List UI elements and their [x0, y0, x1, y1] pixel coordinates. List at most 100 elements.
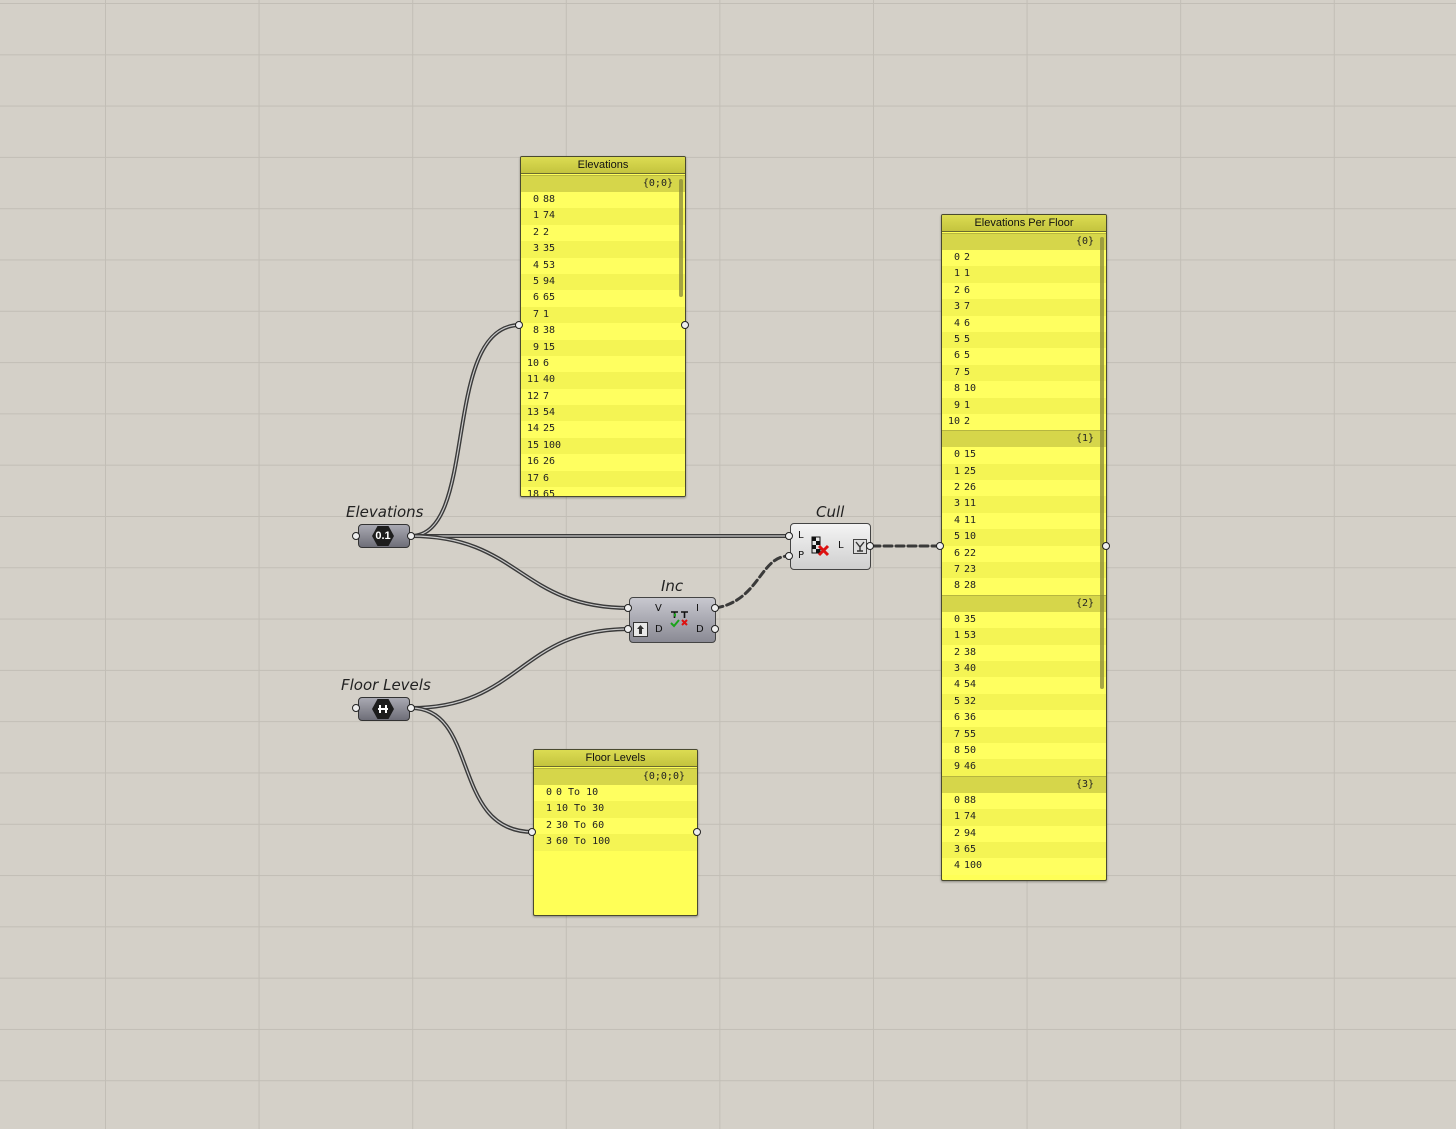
list-item: 65: [942, 348, 1106, 365]
item-index: 0: [953, 794, 960, 806]
item-value: 65: [543, 489, 556, 496]
wire-inc-to-cull[interactable]: [714, 554, 791, 610]
branch-path: {1}: [942, 430, 1106, 448]
item-index: 9: [953, 761, 960, 773]
inc-input-v-port[interactable]: [624, 604, 632, 612]
item-value: 30 To 60: [556, 819, 605, 831]
inc-component[interactable]: V D I D: [629, 597, 716, 643]
cull-component-label: Cull: [816, 503, 845, 521]
item-value: 15: [543, 341, 556, 353]
floor-levels-param[interactable]: [358, 697, 410, 721]
list-item: 4 11: [942, 512, 1106, 530]
item-value: 100: [543, 439, 562, 451]
list-item: 2 26: [942, 480, 1106, 497]
scrollbar[interactable]: [679, 179, 683, 297]
list-item: 3 65: [942, 841, 1106, 859]
panel-title: Floor Levels: [534, 750, 697, 767]
elevations-panel-output-port[interactable]: [681, 321, 689, 329]
list-item: 11 40: [521, 372, 685, 389]
list-item: 8 10: [942, 381, 1106, 398]
item-value: 36: [964, 712, 977, 724]
elevations-per-floor-panel[interactable]: Elevations Per Floor {0} 0 2 1 1 2 6 3 7 4 6 5 5 6 5 7 5…: [941, 214, 1107, 881]
wire-floorlevels-to-panel[interactable]: [409, 706, 535, 834]
inc-output-d-port[interactable]: [711, 625, 719, 633]
cull-input-p-port[interactable]: [785, 552, 793, 560]
wire-elevations-to-panel[interactable]: [409, 323, 522, 538]
cull-component[interactable]: L P L: [790, 523, 871, 570]
list-item: 46: [942, 315, 1106, 332]
filter-icon[interactable]: [853, 539, 867, 554]
item-index: 11: [526, 374, 539, 386]
list-item: 17 6: [521, 470, 685, 488]
item-index: 4: [953, 860, 960, 872]
item-index: 8: [953, 580, 960, 592]
list-item: 1 74: [942, 809, 1106, 826]
item-index: 2: [953, 284, 960, 296]
list-item: 3 11: [942, 496, 1106, 513]
flip-arrow-icon[interactable]: [633, 622, 648, 637]
branch-path: {0}: [942, 233, 1106, 250]
item-value: 1: [964, 268, 971, 280]
item-value: 2: [964, 415, 971, 427]
item-value: 28: [964, 580, 977, 592]
cull-output-l-port[interactable]: [866, 542, 874, 550]
item-index: 3: [953, 498, 960, 510]
item-index: 7: [953, 366, 960, 378]
elevations-panel[interactable]: Elevations {0;0} 0 88 1 74 2 2 3 35 4 53 5 94 6 65 7 1 8 3…: [520, 156, 686, 497]
floor-levels-param-output-port[interactable]: [407, 704, 415, 712]
floor-levels-param-input-port[interactable]: [352, 704, 360, 712]
item-index: 12: [526, 390, 539, 402]
item-value: 35: [543, 243, 556, 255]
inc-component-label: Inc: [661, 577, 684, 595]
floor-levels-panel-output-port[interactable]: [693, 828, 701, 836]
scrollbar[interactable]: [1100, 237, 1104, 689]
inc-output-i-port[interactable]: [711, 604, 719, 612]
cull-input-l-port[interactable]: [785, 532, 793, 540]
list-item: 1 10 To 30: [534, 801, 697, 818]
branch-items: 0 2 1 1 2 6 3 7 4 6 5 5 6 5 7 5 8 10 9 1 10 2: [942, 250, 1106, 431]
item-index: 4: [953, 317, 960, 329]
item-index: 2: [545, 819, 552, 831]
includes-icon: [668, 606, 692, 630]
list-item: 55: [942, 331, 1106, 349]
inc-input-d-label: D: [655, 624, 663, 635]
list-item: 8 50: [942, 742, 1106, 760]
wire-floorlevels-to-inc[interactable]: [409, 627, 631, 710]
item-index: 1: [953, 465, 960, 477]
item-index: 9: [532, 341, 539, 353]
item-value: 7: [964, 301, 971, 313]
item-value: 38: [543, 325, 556, 337]
elevations-panel-input-port[interactable]: [515, 321, 523, 329]
item-value: 23: [964, 564, 977, 576]
item-value: 94: [964, 827, 977, 839]
elevations-per-floor-output-port[interactable]: [1102, 542, 1110, 550]
item-value: 10: [964, 531, 977, 543]
inc-input-d-port[interactable]: [624, 625, 632, 633]
elevations-param-output-port[interactable]: [407, 532, 415, 540]
list-item: 8 38: [521, 323, 685, 340]
item-index: 15: [526, 439, 539, 451]
list-item: 2 30 To 60: [534, 817, 697, 835]
elevations-param[interactable]: 0.1: [358, 524, 410, 548]
list-item: 0 35: [942, 611, 1106, 629]
branch-path: {0;0;0}: [534, 768, 697, 785]
item-index: 3: [953, 843, 960, 855]
item-index: 3: [953, 662, 960, 674]
elevations-param-input-port[interactable]: [352, 532, 360, 540]
wire-elevations-to-inc[interactable]: [409, 534, 631, 610]
item-index: 3: [532, 243, 539, 255]
item-index: 4: [532, 259, 539, 271]
elevations-per-floor-input-port[interactable]: [936, 542, 944, 550]
floor-levels-panel[interactable]: Floor Levels {0;0;0} 0 0 To 10 1 10 To 30 2 30…: [533, 749, 698, 916]
list-item: 8 28: [942, 578, 1106, 595]
item-index: 1: [953, 268, 960, 280]
panel-body: {0;0} 0 88 1 74 2 2 3 35 4 53 5 94 6 65 7 1 8 38 9 15 10 6 11 40…: [521, 175, 685, 496]
list-item: 16 26: [521, 454, 685, 471]
inc-output-d-label: D: [696, 624, 704, 635]
floor-levels-panel-input-port[interactable]: [528, 828, 536, 836]
item-index: 9: [953, 399, 960, 411]
list-item: 75: [942, 364, 1106, 382]
item-value: 40: [543, 374, 556, 386]
item-value: 22: [964, 547, 977, 559]
number-param-icon: 0.1: [372, 526, 394, 546]
